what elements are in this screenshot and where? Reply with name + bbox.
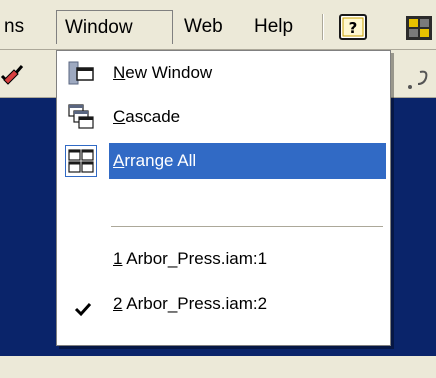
arrange-all-icon: [67, 147, 95, 175]
menu-item-arrange-all[interactable]: Arrange All: [59, 141, 388, 181]
new-window-icon: [67, 59, 95, 87]
mnemonic: N: [113, 63, 126, 82]
help-question-icon[interactable]: ?: [339, 14, 367, 40]
toolbar-tool-icon[interactable]: [404, 14, 434, 42]
menu-tools[interactable]: ns: [0, 10, 32, 44]
menu-item-document-2[interactable]: 2 Arbor_Press.iam:2: [59, 284, 388, 324]
menu-web[interactable]: Web: [176, 10, 231, 44]
menu-item-label: ascade: [125, 107, 181, 126]
pencil-check-icon[interactable]: [0, 62, 26, 88]
menubar-separator: [322, 14, 323, 40]
menu-item-document-1[interactable]: 1 Arbor_Press.iam:1: [59, 239, 388, 279]
menu-item-label: Arbor_Press.iam:2: [122, 294, 268, 313]
svg-text:?: ?: [349, 19, 358, 37]
menu-window[interactable]: Window: [56, 10, 173, 44]
menu-item-new-window[interactable]: New Window: [59, 53, 388, 93]
menu-item-label: rrange All: [124, 151, 197, 170]
menu-item-label: Arbor_Press.iam:1: [122, 249, 268, 268]
menu-bar: ns Window Web Help ?: [0, 0, 436, 50]
menu-item-label: ew Window: [125, 63, 213, 82]
window-menu-dropdown: New Window Cascade Arrange All 1 Arbor_P…: [56, 50, 391, 346]
mnemonic: C: [113, 107, 126, 126]
menu-item-cascade[interactable]: Cascade: [59, 97, 388, 137]
toolbar-overflow-icon[interactable]: [404, 58, 436, 92]
checkmark-icon: [73, 294, 93, 317]
status-strip: [0, 356, 436, 378]
menu-separator: [111, 226, 383, 227]
menu-help[interactable]: Help: [246, 10, 301, 44]
mnemonic: A: [113, 151, 125, 170]
cascade-windows-icon: [67, 103, 95, 131]
